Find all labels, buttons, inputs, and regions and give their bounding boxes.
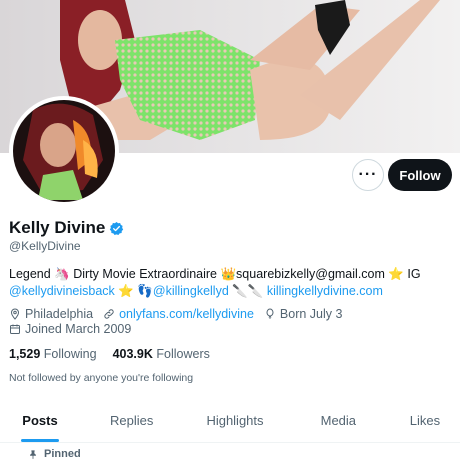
- profile-tabs: Posts Replies Highlights Media Likes: [0, 399, 460, 443]
- tab-likes[interactable]: Likes: [390, 399, 460, 442]
- followers-label: Followers: [156, 347, 210, 361]
- joined-text: Joined March 2009: [25, 322, 132, 336]
- tab-media[interactable]: Media: [287, 399, 390, 442]
- more-options-button[interactable]: ···: [352, 159, 384, 191]
- pin-icon: [30, 449, 36, 459]
- follow-stats: 1,529 Following 403.9K Followers: [9, 347, 226, 361]
- bio-site-link[interactable]: killingkellydivine.com: [267, 284, 383, 298]
- pinned-indicator: Pinned: [28, 448, 81, 460]
- profile-meta: Philadelphia onlyfans.com/kellydivine Bo…: [9, 307, 352, 321]
- tab-highlights[interactable]: Highlights: [183, 399, 286, 442]
- tab-posts[interactable]: Posts: [0, 399, 80, 442]
- name-row: Kelly Divine: [9, 218, 124, 238]
- follow-button[interactable]: Follow: [388, 159, 452, 191]
- bio: Legend 🦄 Dirty Movie Extraordinaire 👑squ…: [9, 266, 454, 300]
- avatar-image: [13, 100, 115, 202]
- following-label: Following: [43, 347, 97, 361]
- calendar-icon: [10, 324, 20, 334]
- handle: @KellyDivine: [9, 239, 81, 253]
- location-text: Philadelphia: [25, 307, 94, 321]
- bio-ig-link[interactable]: @kellydivineisback: [9, 284, 115, 298]
- display-name: Kelly Divine: [9, 218, 106, 237]
- birthday-text: Born July 3: [279, 307, 343, 321]
- bio-mention-link[interactable]: @killingkellyd: [153, 284, 229, 298]
- website-link[interactable]: onlyfans.com/kellydivine: [119, 307, 254, 321]
- joined-item: Joined March 2009: [9, 322, 131, 336]
- location: Philadelphia: [9, 307, 93, 321]
- followers-count: 403.9K: [112, 347, 153, 361]
- more-icon: ···: [358, 166, 378, 183]
- verified-badge-icon[interactable]: [109, 221, 124, 236]
- link-icon: [104, 309, 114, 319]
- following-count: 1,529: [9, 347, 41, 361]
- bio-text-1: Legend 🦄 Dirty Movie Extraordinaire 👑squ…: [9, 267, 421, 281]
- avatar[interactable]: [9, 96, 119, 206]
- bio-text-2: ⭐ 👣: [114, 284, 153, 298]
- following-stat[interactable]: 1,529 Following: [9, 347, 97, 361]
- pinned-label: Pinned: [44, 448, 81, 460]
- balloon-icon: [266, 308, 274, 319]
- birthday: Born July 3: [264, 307, 343, 321]
- location-pin-icon: [10, 308, 20, 320]
- followers-stat[interactable]: 403.9K Followers: [113, 347, 210, 361]
- joined: Joined March 2009: [9, 322, 141, 336]
- bio-text-3: 🔪🔪: [228, 284, 267, 298]
- not-followed-note: Not followed by anyone you're following: [9, 372, 194, 384]
- website[interactable]: onlyfans.com/kellydivine: [103, 307, 254, 321]
- tab-replies[interactable]: Replies: [80, 399, 183, 442]
